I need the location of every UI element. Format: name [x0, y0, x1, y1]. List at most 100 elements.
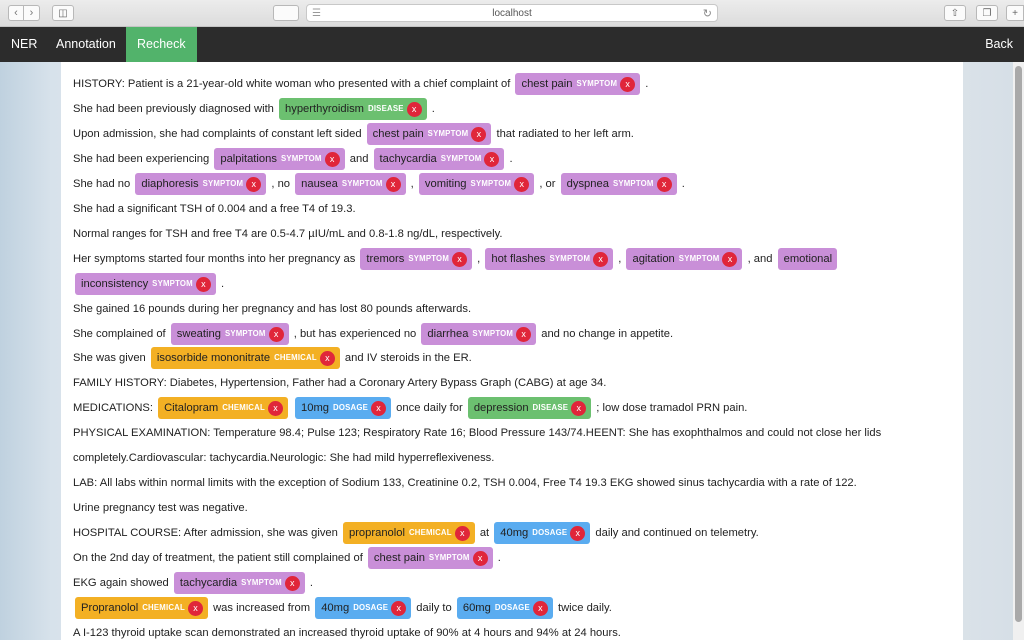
text-segment: that radiated to her left arm. [493, 128, 634, 140]
text-line: inconsistency SYMPTOM x . [73, 272, 224, 296]
remove-entity-icon[interactable]: x [195, 276, 211, 292]
text-segment: and IV steroids in the ER. [341, 352, 472, 364]
entity-tag[interactable]: sweating SYMPTOM x [170, 323, 289, 346]
remove-entity-icon[interactable]: x [246, 176, 262, 192]
remove-entity-icon[interactable]: x [722, 251, 738, 267]
nav-annotation[interactable]: Annotation [45, 27, 127, 62]
sidebar-toggle-icon[interactable]: ◫ [52, 5, 74, 21]
entity-tag[interactable]: diaphoresis SYMPTOM x [135, 173, 267, 196]
entity-tag[interactable]: tremors SYMPTOM x [360, 248, 473, 271]
entity-tag[interactable]: hot flashes SYMPTOM x [485, 248, 614, 271]
remove-entity-icon[interactable]: x [570, 525, 586, 541]
remove-entity-icon[interactable]: x [656, 176, 672, 192]
text-segment: was increased from [209, 602, 314, 614]
remove-entity-icon[interactable]: x [620, 76, 636, 92]
entity-label: SYMPTOM [612, 179, 654, 189]
text-segment: On the 2nd day of treatment, the patient… [73, 552, 366, 564]
text-segment: She had been previously diagnosed with [73, 103, 278, 115]
entity-tag[interactable]: diarrhea SYMPTOM x [421, 323, 537, 346]
remove-entity-icon[interactable]: x [472, 550, 488, 566]
remove-entity-icon[interactable]: x [571, 400, 587, 416]
tabs-icon[interactable]: ❐ [976, 5, 998, 21]
back-link[interactable]: Back [974, 27, 1024, 62]
entity-tag[interactable]: dyspnea SYMPTOM x [560, 173, 677, 196]
remove-entity-icon[interactable]: x [385, 176, 401, 192]
entity-tag[interactable]: tachycardia SYMPTOM x [173, 572, 305, 595]
entity-tag[interactable]: 40mg DOSAGE x [494, 522, 591, 545]
entity-text: diarrhea [427, 328, 469, 341]
entity-tag[interactable]: hyperthyroidism DISEASE x [279, 98, 427, 121]
entity-tag[interactable]: chest pain SYMPTOM x [366, 123, 492, 146]
remove-entity-icon[interactable]: x [532, 600, 548, 616]
remove-entity-icon[interactable]: x [406, 101, 422, 117]
address-bar[interactable]: ☰ localhost ↻ [306, 4, 718, 22]
remove-entity-icon[interactable]: x [454, 525, 470, 541]
remove-entity-icon[interactable]: x [268, 326, 284, 342]
entity-tag[interactable]: isosorbide mononitrate CHEMICAL x [150, 347, 340, 370]
new-tab-icon[interactable]: + [1006, 5, 1024, 21]
entity-tag[interactable]: nausea SYMPTOM x [295, 173, 406, 196]
entity-text: emotional [783, 253, 833, 266]
scrollbar[interactable] [1013, 62, 1024, 640]
nav-recheck[interactable]: Recheck [126, 27, 197, 62]
remove-entity-icon[interactable]: x [593, 251, 609, 267]
remove-entity-icon[interactable]: x [452, 251, 468, 267]
entity-text: chest pain [372, 128, 424, 141]
entity-text: 10mg [301, 402, 330, 415]
text-segment: , [474, 253, 484, 265]
text-segment: daily and continued on telemetry. [592, 527, 759, 539]
entity-tag[interactable]: 60mg DOSAGE x [456, 597, 553, 620]
remove-entity-icon[interactable]: x [319, 350, 335, 366]
entity-tag[interactable]: Propranolol CHEMICAL x [75, 597, 208, 620]
text-segment: FAMILY HISTORY: Diabetes, Hypertension, … [73, 377, 607, 389]
browser-nav-buttons: ‹ › [8, 5, 40, 21]
entity-tag[interactable]: emotional [777, 248, 838, 271]
chevron-right-icon[interactable]: › [24, 5, 40, 21]
remove-entity-icon[interactable]: x [371, 400, 387, 416]
text-segment: daily to [413, 602, 455, 614]
remove-entity-icon[interactable]: x [484, 151, 500, 167]
remove-entity-icon[interactable]: x [514, 176, 530, 192]
entity-tag[interactable]: depression DISEASE x [467, 397, 592, 420]
text-segment: Upon admission, she had complaints of co… [73, 128, 365, 140]
remove-entity-icon[interactable]: x [284, 575, 300, 591]
remove-entity-icon[interactable]: x [187, 600, 203, 616]
entity-label: SYMPTOM [470, 179, 512, 189]
nav-ner[interactable]: NER [0, 27, 48, 62]
entity-tag[interactable]: chest pain SYMPTOM x [515, 73, 641, 96]
entity-text: 40mg [500, 527, 529, 540]
tab-overview-button[interactable] [273, 5, 299, 21]
text-segment: , no [268, 178, 294, 190]
entity-tag[interactable]: Citalopram CHEMICAL x [158, 397, 288, 420]
entity-label: SYMPTOM [576, 79, 618, 89]
entity-tag[interactable]: 10mg DOSAGE x [295, 397, 392, 420]
entity-label: CHEMICAL [274, 353, 317, 363]
share-icon[interactable]: ⇧ [944, 5, 966, 21]
remove-entity-icon[interactable]: x [471, 126, 487, 142]
entity-tag[interactable]: vomiting SYMPTOM x [418, 173, 535, 196]
remove-entity-icon[interactable]: x [324, 151, 340, 167]
text-line: PHYSICAL EXAMINATION: Temperature 98.4; … [73, 421, 881, 445]
remove-entity-icon[interactable]: x [391, 600, 407, 616]
entity-tag[interactable]: agitation SYMPTOM x [626, 248, 743, 271]
entity-label: SYMPTOM [472, 329, 514, 339]
entity-tag[interactable]: propranolol CHEMICAL x [342, 522, 475, 545]
chevron-left-icon[interactable]: ‹ [8, 5, 24, 21]
entity-text: Citalopram [164, 402, 219, 415]
entity-tag[interactable]: palpitations SYMPTOM x [214, 148, 345, 171]
text-segment: , [615, 253, 625, 265]
entity-text: isosorbide mononitrate [156, 352, 271, 365]
entity-tag[interactable]: tachycardia SYMPTOM x [373, 148, 505, 171]
text-segment: She was given [73, 352, 149, 364]
remove-entity-icon[interactable]: x [516, 326, 532, 342]
reload-icon[interactable]: ↻ [703, 7, 712, 20]
text-segment: She complained of [73, 328, 169, 340]
entity-tag[interactable]: 40mg DOSAGE x [315, 597, 412, 620]
entity-tag[interactable]: chest pain SYMPTOM x [367, 547, 493, 570]
remove-entity-icon[interactable]: x [267, 400, 283, 416]
text-segment: She gained 16 pounds during her pregnanc… [73, 303, 472, 315]
entity-text: diaphoresis [141, 178, 199, 191]
entity-tag[interactable]: inconsistency SYMPTOM x [75, 273, 216, 296]
entity-label: SYMPTOM [408, 254, 450, 264]
scrollbar-thumb[interactable] [1015, 66, 1022, 622]
